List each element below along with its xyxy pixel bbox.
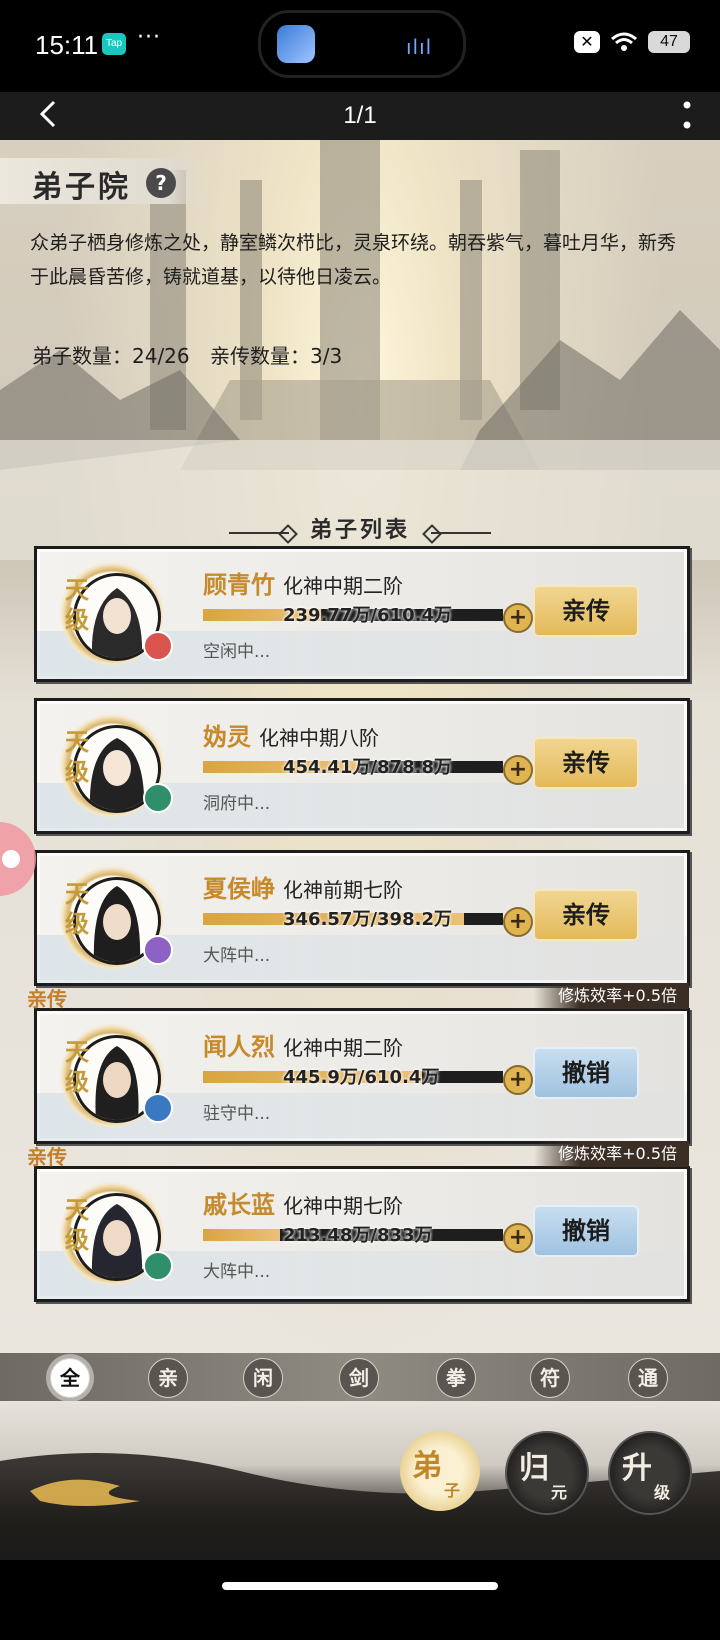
add-cultivation-button[interactable]: + bbox=[503, 755, 533, 785]
wifi-icon bbox=[611, 32, 637, 51]
home-indicator-area bbox=[0, 1560, 720, 1640]
title-plate: 弟子院 ? bbox=[0, 158, 210, 205]
disciple-name: 戚长蓝 化神中期七阶 bbox=[203, 1190, 403, 1219]
add-cultivation-button[interactable]: + bbox=[503, 907, 533, 937]
cultivation-realm: 化神前期七阶 bbox=[283, 878, 403, 902]
return-origin-button[interactable]: 归元 bbox=[505, 1431, 589, 1515]
grade-label: 天级 bbox=[65, 1037, 89, 1096]
list-header: 弟子列表 bbox=[0, 512, 720, 544]
progress-text: 213.48万/833万 bbox=[283, 1225, 433, 1246]
appoint-direct-button[interactable]: 亲传 bbox=[535, 587, 637, 635]
status-time: 15:11 bbox=[35, 30, 99, 60]
hall-description: 众弟子栖身修炼之处，静室鳞次栉比，灵泉环绕。朝吞紫气，暮吐月华，新秀于此晨昏苦修… bbox=[30, 232, 677, 288]
cultivation-progress-bar: 346.57万/398.2万 bbox=[203, 909, 503, 930]
activity-status: 大阵中... bbox=[203, 1262, 271, 1282]
filter-direct[interactable]: 亲 bbox=[148, 1358, 188, 1398]
ornament-left-icon bbox=[228, 531, 289, 534]
hall-stats: 弟子数量：24/26 亲传数量：3/3 bbox=[32, 340, 356, 369]
filter-bar: 全 亲 闲 剑 拳 符 通 bbox=[0, 1353, 720, 1401]
more-vertical-icon[interactable] bbox=[682, 100, 692, 130]
grade-label: 天级 bbox=[65, 879, 89, 938]
filter-fist[interactable]: 拳 bbox=[436, 1358, 476, 1398]
progress-text: 239.77万/610.4万 bbox=[283, 605, 452, 626]
add-cultivation-button[interactable]: + bbox=[503, 603, 533, 633]
add-cultivation-button[interactable]: + bbox=[503, 1223, 533, 1253]
disciple-card[interactable]: 天级 夏侯峥 化神前期七阶 346.57万/398.2万 + 大阵中... 亲传 bbox=[34, 850, 690, 986]
help-icon[interactable]: ? bbox=[146, 168, 176, 198]
disciple-card[interactable]: 亲传 修炼效率+0.5倍 天级 戚长蓝 化神中期七阶 213.48万/833万 +… bbox=[27, 1141, 690, 1302]
bottom-menu-area: 弟子 归元 升级 bbox=[0, 1401, 720, 1560]
grade-label: 天级 bbox=[65, 727, 89, 786]
activity-status: 空闲中... bbox=[203, 642, 271, 662]
activity-status: 大阵中... bbox=[203, 946, 271, 966]
filter-talisman[interactable]: 符 bbox=[530, 1358, 570, 1398]
appoint-direct-button[interactable]: 亲传 bbox=[535, 739, 637, 787]
filter-idle[interactable]: 闲 bbox=[243, 1358, 283, 1398]
filter-general[interactable]: 通 bbox=[628, 1358, 668, 1398]
disciple-count: 弟子数量：24/26 bbox=[32, 344, 190, 368]
top-nav-bar: 1/1 bbox=[0, 92, 720, 140]
cultivation-progress-bar: 213.48万/833万 bbox=[203, 1225, 503, 1246]
cultivation-progress-bar: 445.9万/610.4万 bbox=[203, 1067, 503, 1088]
revoke-direct-button[interactable]: 撤销 bbox=[535, 1207, 637, 1255]
grade-label: 天级 bbox=[65, 575, 89, 634]
efficiency-bonus-tag: 修炼效率+0.5倍 bbox=[534, 983, 689, 1009]
upgrade-button[interactable]: 升级 bbox=[608, 1431, 692, 1515]
cultivation-realm: 化神中期二阶 bbox=[283, 574, 403, 598]
cultivation-realm: 化神中期八阶 bbox=[259, 726, 379, 750]
direct-disciple-tag: 亲传 bbox=[27, 1145, 67, 1169]
add-cultivation-button[interactable]: + bbox=[503, 1065, 533, 1095]
home-indicator[interactable] bbox=[222, 1582, 498, 1590]
progress-text: 445.9万/610.4万 bbox=[283, 1067, 440, 1088]
disciple-card[interactable]: 天级 妫灵 化神中期八阶 454.41万/878.8万 + 洞府中... 亲传 bbox=[34, 698, 690, 834]
no-sim-icon: ✕ bbox=[574, 31, 600, 53]
disciple-name: 妫灵 化神中期八阶 bbox=[203, 722, 379, 751]
battery-icon: 47 bbox=[648, 31, 690, 53]
more-notifications-icon: ··· bbox=[137, 25, 161, 50]
disciple-name: 顾青竹 化神中期二阶 bbox=[203, 570, 403, 599]
wind-element-icon bbox=[143, 1251, 173, 1281]
disciple-name: 闻人烈 化神中期二阶 bbox=[203, 1032, 403, 1061]
progress-fill bbox=[203, 1229, 280, 1241]
activity-status: 驻守中... bbox=[203, 1104, 271, 1124]
appoint-direct-button[interactable]: 亲传 bbox=[535, 891, 637, 939]
wind-element-icon bbox=[143, 783, 173, 813]
disciple-card[interactable]: 亲传 修炼效率+0.5倍 天级 闻人烈 化神中期二阶 445.9万/610.4万 … bbox=[27, 983, 690, 1144]
sword-element-icon bbox=[143, 1093, 173, 1123]
list-title: 弟子列表 bbox=[309, 518, 410, 543]
activity-status: 洞府中... bbox=[203, 794, 271, 814]
disciple-name: 夏侯峥 化神前期七阶 bbox=[203, 874, 403, 903]
grade-label: 天级 bbox=[65, 1195, 89, 1254]
page-indicator: 1/1 bbox=[343, 102, 377, 129]
ornament-right-icon bbox=[431, 531, 492, 534]
filter-sword[interactable]: 剑 bbox=[339, 1358, 379, 1398]
efficiency-bonus-tag: 修炼效率+0.5倍 bbox=[534, 1141, 689, 1167]
cultivation-realm: 化神中期二阶 bbox=[283, 1036, 403, 1060]
disciple-menu-button[interactable]: 弟子 bbox=[400, 1431, 480, 1511]
status-bar: 15:11 Tap ··· ılıl ✕ 47 bbox=[0, 0, 720, 92]
fire-element-icon bbox=[143, 631, 173, 661]
audio-wave-icon: ılıl bbox=[406, 35, 433, 59]
progress-text: 346.57万/398.2万 bbox=[283, 909, 452, 930]
direct-disciple-count: 亲传数量：3/3 bbox=[210, 344, 343, 368]
page-title: 弟子院 bbox=[32, 170, 131, 205]
revoke-direct-button[interactable]: 撤销 bbox=[535, 1049, 637, 1097]
tap-app-icon: Tap bbox=[102, 33, 126, 55]
dynamic-island[interactable]: ılıl bbox=[258, 10, 466, 78]
filter-all[interactable]: 全 bbox=[50, 1358, 90, 1398]
vortex-element-icon bbox=[143, 935, 173, 965]
cultivation-progress-bar: 239.77万/610.4万 bbox=[203, 605, 503, 626]
cultivation-progress-bar: 454.41万/878.8万 bbox=[203, 757, 503, 778]
cultivation-realm: 化神中期七阶 bbox=[283, 1194, 403, 1218]
progress-text: 454.41万/878.8万 bbox=[283, 757, 452, 778]
disciple-card[interactable]: 天级 顾青竹 化神中期二阶 239.77万/610.4万 + 空闲中... 亲传 bbox=[34, 546, 690, 682]
disciple-hall-screen: 弟子院 ? 众弟子栖身修炼之处，静室鳞次栉比，灵泉环绕。朝吞紫气，暮吐月华，新秀… bbox=[0, 140, 720, 1560]
direct-disciple-tag: 亲传 bbox=[27, 987, 67, 1011]
game-app-icon bbox=[277, 25, 315, 63]
